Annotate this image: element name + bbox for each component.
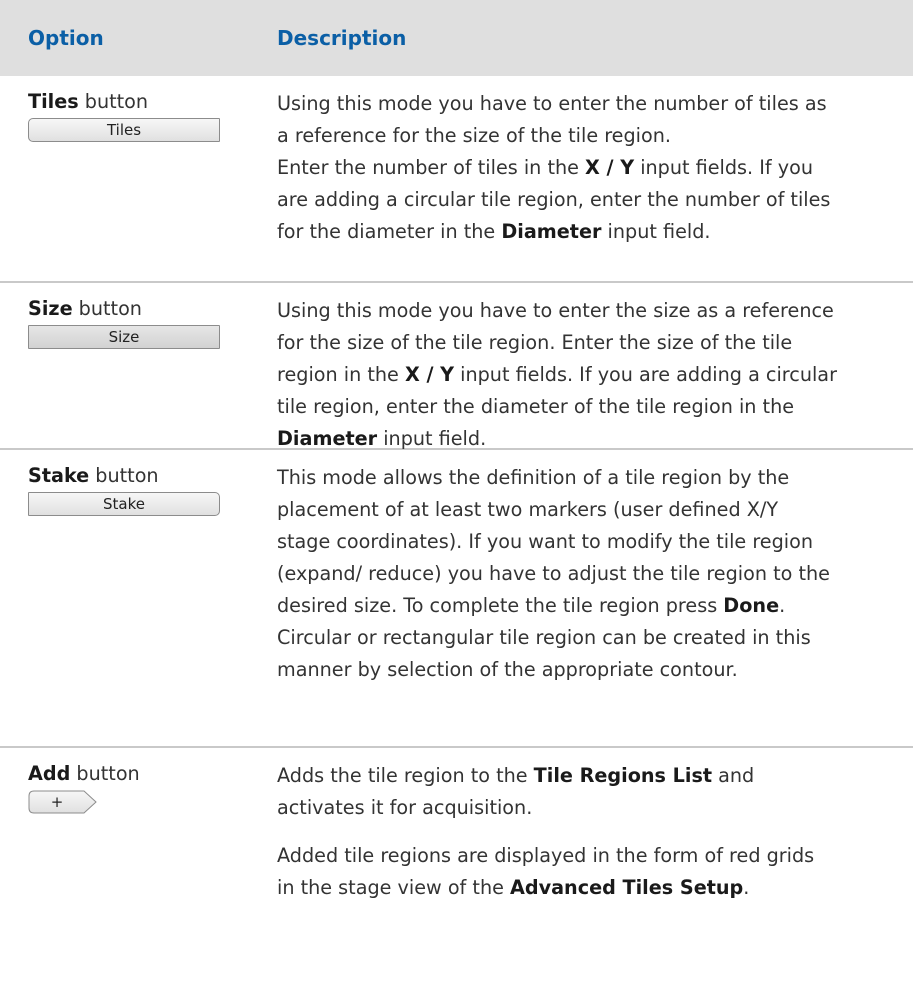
- option-suffix: button: [72, 297, 142, 320]
- description-text: Using this mode you have to enter the si…: [277, 299, 837, 450]
- description-cell: This mode allows the definition of a til…: [277, 450, 837, 746]
- header-description: Description: [277, 26, 407, 50]
- description-text: Using this mode you have to enter the nu…: [277, 92, 827, 147]
- table-row: Add button + Adds the tile region to the…: [0, 748, 913, 988]
- option-name: Add: [28, 762, 71, 785]
- add-button[interactable]: +: [28, 790, 98, 814]
- description-cell: Using this mode you have to enter the si…: [277, 283, 837, 450]
- option-suffix: button: [89, 464, 159, 487]
- description-text: Adds the tile region to the Tile Regions…: [277, 764, 755, 819]
- description-cell: Adds the tile region to the Tile Regions…: [277, 748, 837, 988]
- description-cell: Using this mode you have to enter the nu…: [277, 76, 837, 281]
- option-label: Size button: [28, 297, 277, 321]
- option-cell: Tiles button Tiles: [0, 76, 277, 281]
- option-cell: Size button Size: [0, 283, 277, 448]
- option-name: Stake: [28, 464, 90, 487]
- options-table: Option Description Tiles button Tiles Us…: [0, 0, 913, 988]
- table-row: Stake button Stake This mode allows the …: [0, 450, 913, 748]
- table-row: Tiles button Tiles Using this mode you h…: [0, 76, 913, 283]
- plus-icon: +: [50, 793, 64, 811]
- description-text: Enter the number of tiles in the X / Y i…: [277, 156, 831, 243]
- table-row: Size button Size Using this mode you hav…: [0, 283, 913, 450]
- description-text: This mode allows the definition of a til…: [277, 466, 830, 681]
- option-name: Size: [28, 297, 73, 320]
- option-label: Add button: [28, 762, 277, 786]
- header-option: Option: [28, 26, 104, 50]
- option-suffix: button: [78, 90, 149, 113]
- option-cell: Stake button Stake: [0, 450, 277, 746]
- option-cell: Add button +: [0, 748, 277, 988]
- description-text: Added tile regions are displayed in the …: [277, 844, 815, 899]
- option-label: Stake button: [28, 464, 277, 488]
- option-name: Tiles: [28, 90, 79, 113]
- tiles-button[interactable]: Tiles: [28, 118, 220, 142]
- stake-button[interactable]: Stake: [28, 492, 220, 516]
- size-button[interactable]: Size: [28, 325, 220, 349]
- option-suffix: button: [70, 762, 140, 785]
- option-label: Tiles button: [28, 90, 277, 114]
- table-header: Option Description: [0, 0, 913, 76]
